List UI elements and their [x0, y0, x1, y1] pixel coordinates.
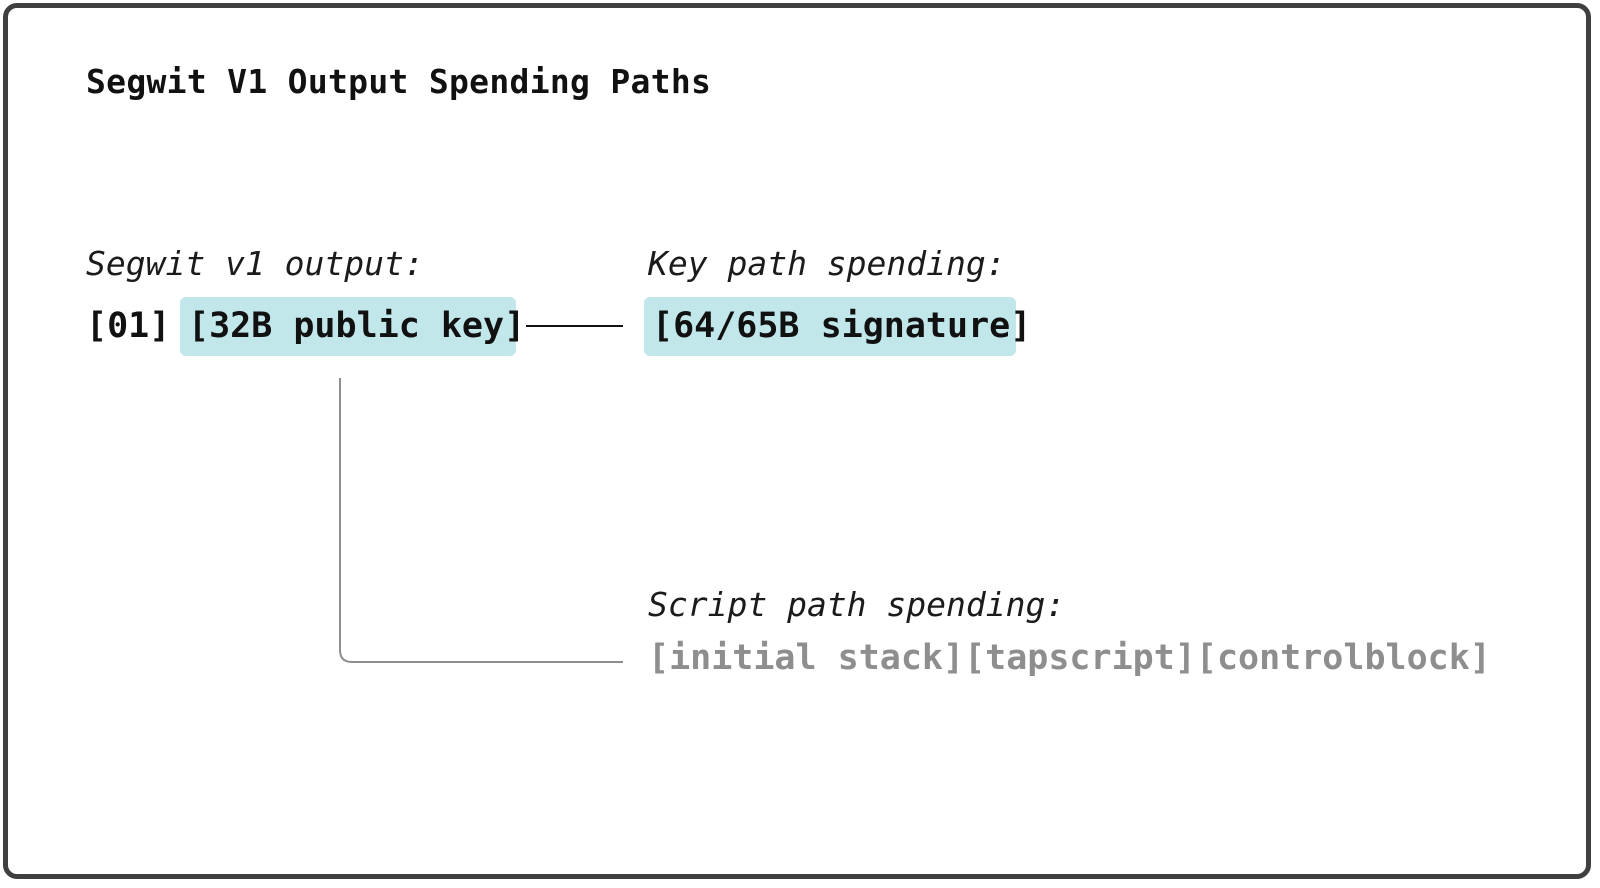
signature-box: [64/65B signature]	[644, 297, 1031, 356]
script-path-label: Script path spending:	[648, 585, 1066, 624]
segwit-output-label: Segwit v1 output:	[86, 244, 424, 283]
diagram-frame	[3, 3, 1591, 879]
key-path-label: Key path spending:	[648, 244, 1006, 283]
witness-version: [01]	[86, 306, 171, 346]
script-path-witness: [initial stack][tapscript][controlblock]	[648, 638, 1491, 678]
public-key-box: [32B public key]	[180, 297, 525, 356]
diagram-title: Segwit V1 Output Spending Paths	[86, 62, 712, 101]
